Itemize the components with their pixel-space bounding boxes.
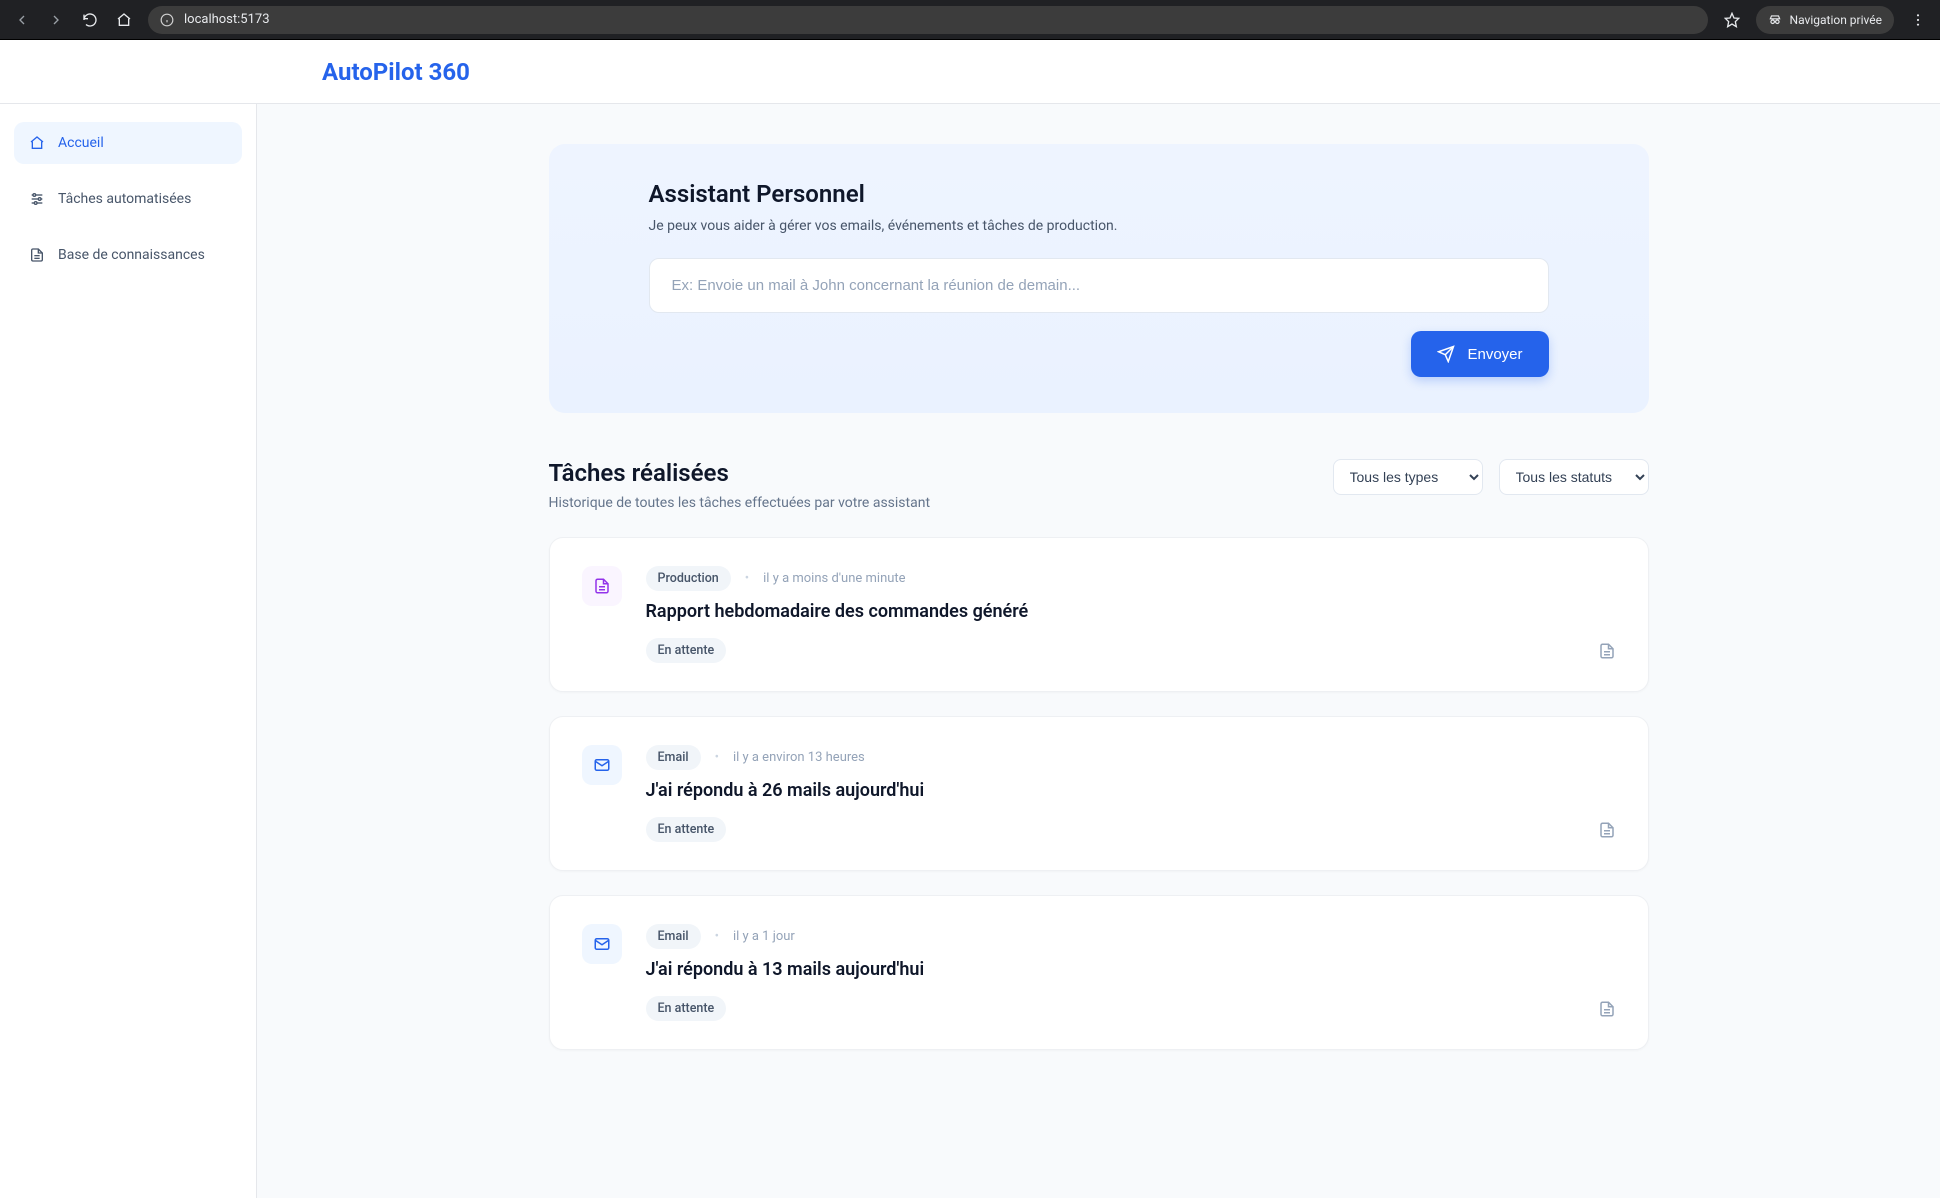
- forward-button[interactable]: [46, 10, 66, 30]
- file-icon: [593, 577, 611, 595]
- task-time: il y a 1 jour: [733, 929, 795, 944]
- tasks-title: Tâches réalisées: [549, 459, 931, 487]
- send-button[interactable]: Envoyer: [1411, 331, 1548, 377]
- mail-icon: [593, 756, 611, 774]
- task-title: J'ai répondu à 13 mails aujourd'hui: [646, 959, 1616, 980]
- home-button[interactable]: [114, 10, 134, 30]
- mail-icon: [593, 935, 611, 953]
- sidebar-item-accueil[interactable]: Accueil: [14, 122, 242, 164]
- separator-dot: •: [715, 750, 719, 765]
- task-card[interactable]: Email • il y a 1 jour J'ai répondu à 13 …: [549, 895, 1649, 1050]
- sidebar: Accueil Tâches automatisées Base de conn…: [0, 104, 257, 1198]
- tasks-header: Tâches réalisées Historique de toutes le…: [549, 459, 1649, 511]
- task-type-icon-wrap: [582, 745, 622, 785]
- incognito-icon: [1768, 13, 1782, 27]
- sidebar-item-base-connaissances[interactable]: Base de connaissances: [14, 234, 242, 276]
- task-title: J'ai répondu à 26 mails aujourd'hui: [646, 780, 1616, 801]
- filter-type-select[interactable]: Tous les types: [1333, 459, 1483, 495]
- document-icon[interactable]: [1598, 642, 1616, 660]
- task-type-icon-wrap: [582, 924, 622, 964]
- sidebar-item-label: Tâches automatisées: [58, 191, 191, 207]
- sidebar-item-label: Accueil: [58, 135, 104, 151]
- url-text: localhost:5173: [184, 12, 270, 27]
- incognito-badge[interactable]: Navigation privée: [1756, 6, 1894, 34]
- assistant-subtitle: Je peux vous aider à gérer vos emails, é…: [649, 218, 1549, 234]
- browser-chrome: localhost:5173 Navigation privée: [0, 0, 1940, 40]
- sliders-icon: [28, 190, 46, 208]
- incognito-label: Navigation privée: [1790, 13, 1882, 27]
- task-time: il y a moins d'une minute: [763, 571, 905, 586]
- assistant-input[interactable]: [649, 258, 1549, 313]
- reload-button[interactable]: [80, 10, 100, 30]
- task-list: Production • il y a moins d'une minute R…: [549, 537, 1649, 1050]
- tasks-subtitle: Historique de toutes les tâches effectué…: [549, 495, 931, 511]
- task-status-badge: En attente: [646, 996, 727, 1021]
- document-icon[interactable]: [1598, 1000, 1616, 1018]
- assistant-card: Assistant Personnel Je peux vous aider à…: [549, 144, 1649, 413]
- task-type-badge: Production: [646, 566, 731, 591]
- back-button[interactable]: [12, 10, 32, 30]
- separator-dot: •: [745, 571, 749, 586]
- bookmark-button[interactable]: [1722, 10, 1742, 30]
- assistant-title: Assistant Personnel: [649, 180, 1549, 208]
- sidebar-item-label: Base de connaissances: [58, 247, 205, 263]
- task-status-badge: En attente: [646, 638, 727, 663]
- task-time: il y a environ 13 heures: [733, 750, 865, 765]
- task-type-icon-wrap: [582, 566, 622, 606]
- task-card[interactable]: Email • il y a environ 13 heures J'ai ré…: [549, 716, 1649, 871]
- send-label: Envoyer: [1467, 346, 1522, 363]
- task-type-badge: Email: [646, 924, 701, 949]
- separator-dot: •: [715, 929, 719, 944]
- send-icon: [1437, 345, 1455, 363]
- task-type-badge: Email: [646, 745, 701, 770]
- main-content: Assistant Personnel Je peux vous aider à…: [257, 104, 1940, 1198]
- sidebar-item-taches[interactable]: Tâches automatisées: [14, 178, 242, 220]
- file-icon: [28, 246, 46, 264]
- filter-status-select[interactable]: Tous les statuts: [1499, 459, 1649, 495]
- home-icon: [28, 134, 46, 152]
- menu-button[interactable]: [1908, 10, 1928, 30]
- site-info-icon[interactable]: [160, 13, 174, 27]
- task-card[interactable]: Production • il y a moins d'une minute R…: [549, 537, 1649, 692]
- brand-logo[interactable]: AutoPilot 360: [322, 58, 470, 86]
- task-status-badge: En attente: [646, 817, 727, 842]
- address-bar[interactable]: localhost:5173: [148, 6, 1708, 34]
- app-header: AutoPilot 360: [0, 40, 1940, 104]
- task-title: Rapport hebdomadaire des commandes génér…: [646, 601, 1616, 622]
- document-icon[interactable]: [1598, 821, 1616, 839]
